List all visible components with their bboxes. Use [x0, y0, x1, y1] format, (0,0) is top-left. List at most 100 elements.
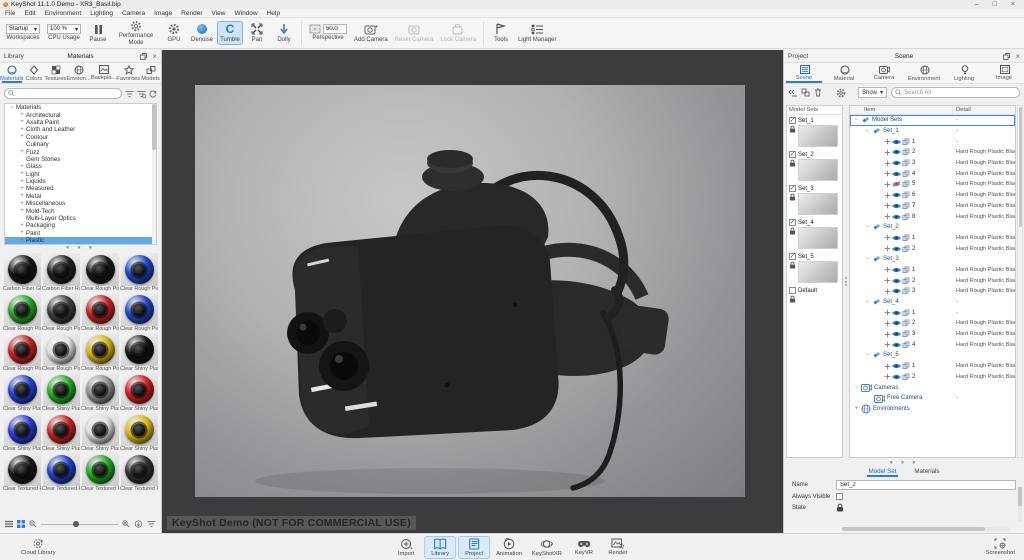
gpu-button[interactable]: GPU [162, 22, 186, 45]
expander-icon[interactable]: + [18, 238, 26, 244]
delete-icon[interactable] [814, 88, 822, 97]
tree-item-architectural[interactable]: +Architectural [5, 111, 156, 118]
light-manager-button[interactable]: Light Manager [516, 22, 558, 45]
library-tab-colors[interactable]: Colors [24, 63, 45, 83]
performance-mode-button[interactable]: Performance Mode [113, 18, 159, 48]
scene-row-1[interactable]: 1Hard Rough Plastic Black #2 [850, 265, 1015, 276]
screenshot-button[interactable]: Screenshot [983, 537, 1018, 557]
scene-row-environments[interactable]: +Environments [850, 404, 1015, 415]
scene-row-set-4[interactable]: −Set_4- [850, 297, 1015, 308]
model-set-checkbox[interactable]: ✓ [789, 151, 796, 158]
menu-render[interactable]: Render [181, 10, 202, 17]
download-icon[interactable] [134, 520, 143, 529]
material-thumbnail[interactable]: Clear Textured Pl... [42, 453, 80, 492]
expander-icon[interactable]: + [18, 208, 26, 214]
project-tab-image[interactable]: Image [984, 63, 1024, 83]
add-camera-button[interactable]: Add Camera [352, 22, 390, 45]
dolly-button[interactable]: Dolly [272, 22, 296, 45]
material-thumbnail[interactable]: Clear Rough Plast... [42, 333, 80, 372]
expander-icon[interactable]: + [18, 193, 26, 199]
import-filter-icon[interactable] [147, 520, 156, 528]
tree-item-materials[interactable]: −Materials [5, 104, 156, 111]
close-panel-icon[interactable]: × [1015, 52, 1020, 61]
realtime-viewport[interactable]: KeyShot Demo (NOT FOR COMMERCIAL USE) [162, 50, 783, 533]
material-thumbnail[interactable]: Clear Textured Pl... [81, 453, 119, 492]
expander-icon[interactable]: − [864, 128, 871, 134]
expander-icon[interactable]: + [18, 127, 26, 133]
scene-row-set-3[interactable]: −Set_3 [850, 254, 1015, 265]
library-splitter-handle[interactable]: ● ● ● [0, 246, 161, 251]
zoom-in-icon[interactable] [122, 520, 130, 528]
zoom-out-icon[interactable] [29, 520, 37, 528]
model-set-checkbox[interactable]: ✓ [789, 219, 796, 226]
material-thumbnail[interactable]: Clear Shiny Plasti... [42, 373, 80, 412]
lock-icon[interactable] [789, 261, 796, 269]
expander-icon[interactable]: − [853, 385, 860, 391]
scene-row-free-camera[interactable]: Free Camera- [850, 393, 1015, 404]
model-set-checkbox[interactable]: ✓ [789, 253, 796, 260]
library-tree-scrollbar[interactable] [152, 104, 156, 244]
maximize-button[interactable]: □ [993, 1, 997, 8]
menu-edit[interactable]: Edit [24, 10, 35, 17]
dock-keyvr-button[interactable]: KeyVR [569, 538, 599, 557]
lock-icon[interactable] [789, 159, 796, 167]
dock-project-button[interactable]: Project [459, 537, 489, 558]
always-visible-checkbox[interactable] [836, 493, 843, 500]
model-set-set_2[interactable]: ✓Set_2 [787, 149, 842, 183]
scene-row-2[interactable]: 2Hard Rough Plastic Black #1 [850, 372, 1015, 383]
scene-row-1[interactable]: 1Hard Rough Plastic Black #1 [850, 361, 1015, 372]
material-thumbnail[interactable]: Clear Rough Plast... [81, 253, 119, 292]
reset-camera-button[interactable]: Reset Camera [393, 22, 436, 45]
project-tab-scene[interactable]: Scene [784, 63, 824, 83]
lock-camera-button[interactable]: Lock Camera [438, 22, 478, 45]
close-panel-icon[interactable]: × [152, 52, 157, 61]
material-thumbnail[interactable]: Carbon Fiber Glo... [3, 253, 41, 292]
library-tab-favorites[interactable]: Favorites [116, 63, 140, 83]
material-thumbnail[interactable]: Clear Rough Plast... [81, 293, 119, 332]
expander-icon[interactable]: − [864, 352, 871, 358]
expander-icon[interactable]: + [18, 179, 26, 185]
group-items-icon[interactable] [801, 88, 810, 97]
scene-row-2[interactable]: 2Hard Rough Plastic Black #2 [850, 318, 1015, 329]
tree-item-realcloth[interactable]: +RealCloth [5, 244, 156, 245]
scene-row-8[interactable]: 8Hard Rough Plastic Black #1 [850, 211, 1015, 222]
lock-icon[interactable] [789, 227, 796, 235]
filter-materials-icon[interactable] [125, 90, 134, 98]
expander-icon[interactable]: − [864, 224, 871, 230]
dock-library-button[interactable]: Library [425, 537, 455, 558]
dock-animation-button[interactable]: Animation [493, 537, 525, 558]
render-canvas[interactable] [195, 85, 745, 497]
material-thumbnail[interactable]: Clear Shiny Plasti... [120, 373, 158, 412]
scene-row-7[interactable]: 7Hard Rough Plastic Black #2 [850, 201, 1015, 212]
scene-row-2[interactable]: 2Hard Rough Plastic Black #2 [850, 275, 1015, 286]
expander-icon[interactable]: + [18, 134, 26, 140]
material-thumbnail[interactable]: Clear Rough Plast... [3, 293, 41, 332]
menu-file[interactable]: File [5, 10, 15, 17]
grid-view-icon[interactable] [17, 520, 25, 528]
library-tab-models[interactable]: Models [140, 63, 161, 83]
expander-icon[interactable]: − [8, 105, 16, 111]
lock-icon[interactable] [789, 193, 796, 201]
expander-icon[interactable]: + [853, 406, 860, 412]
project-tab-environment[interactable]: Environment [904, 63, 944, 83]
tree-item-axalta-paint[interactable]: +Axalta Paint [5, 119, 156, 126]
tree-item-gem-stones[interactable]: Gem Stones [5, 156, 156, 163]
scene-row-2[interactable]: 2Hard Rough Plastic Black #2 [850, 243, 1015, 254]
material-thumbnail[interactable]: Clear Rough Plast... [120, 293, 158, 332]
material-thumbnail[interactable]: Carbon Fiber Rou... [42, 253, 80, 292]
library-tab-backpla[interactable]: Backpla... [91, 63, 116, 83]
material-thumbnail[interactable]: Clear Rough Plast... [120, 253, 158, 292]
cpu-usage-dropdown[interactable]: 100 % ▾ [47, 24, 81, 34]
library-tab-materials[interactable]: Materials [0, 63, 24, 83]
scene-tree-scrollbar[interactable] [1017, 105, 1023, 458]
project-tab-material[interactable]: Material [824, 63, 864, 83]
properties-tab-materials[interactable]: Materials [912, 467, 941, 477]
project-tab-lighting[interactable]: Lighting [944, 63, 984, 83]
library-tab-textures[interactable]: Textures [44, 63, 66, 83]
expander-icon[interactable]: + [18, 223, 26, 229]
material-thumbnail[interactable]: Clear Shiny Plasti... [81, 373, 119, 412]
workspaces-dropdown[interactable]: Startup ▾ [6, 24, 40, 34]
scene-row-1[interactable]: 1- [850, 307, 1015, 318]
tree-item-liquids[interactable]: +Liquids [5, 178, 156, 185]
dock-render-button[interactable]: Render [603, 537, 633, 557]
